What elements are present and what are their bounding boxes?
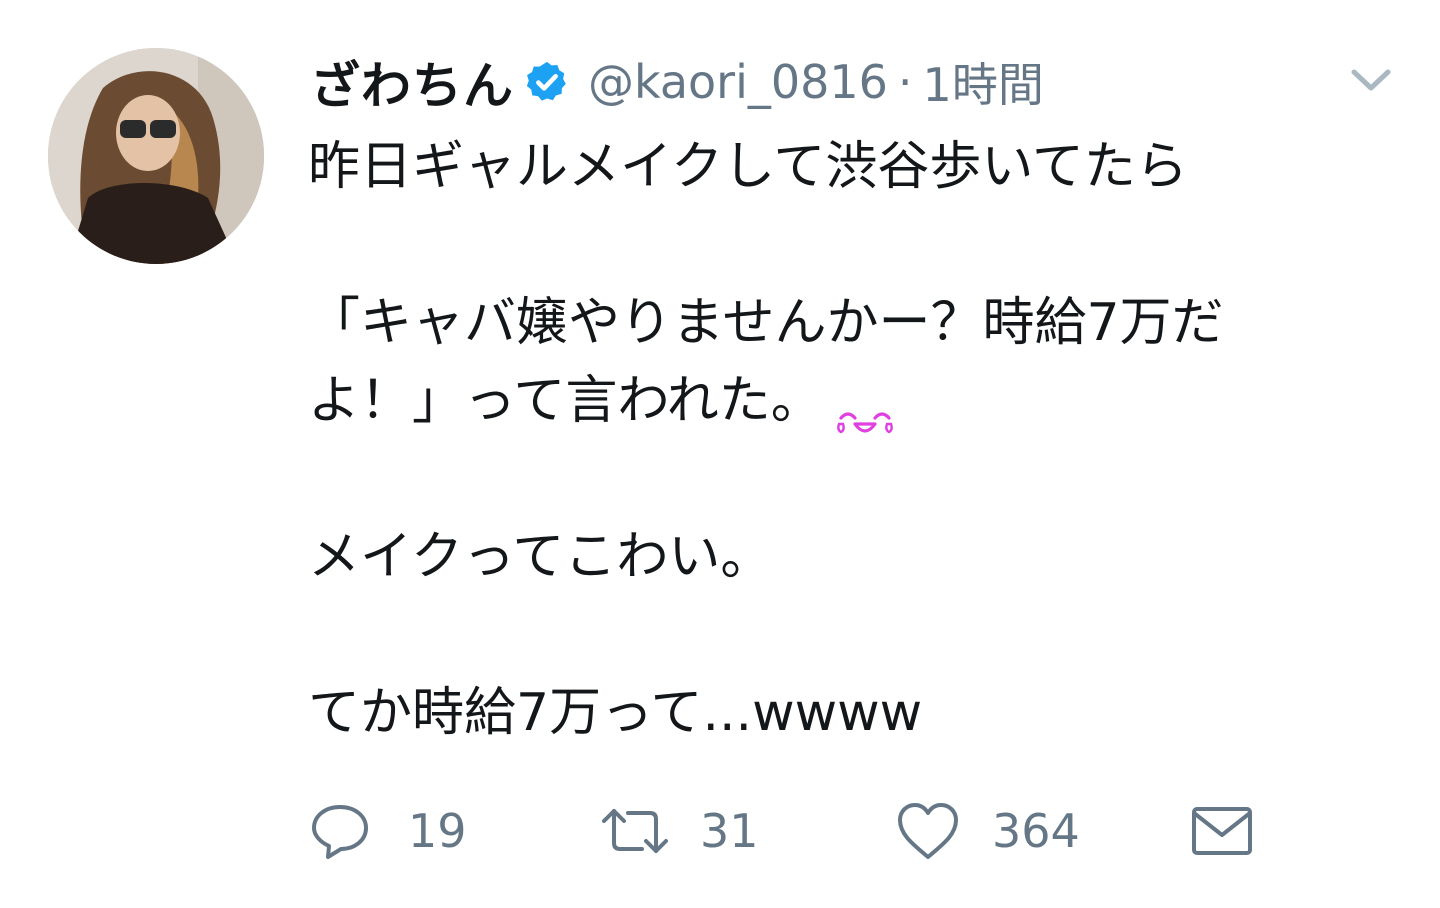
retweet-icon: [602, 809, 668, 853]
verified-badge-icon: [524, 59, 570, 105]
retweet-button[interactable]: 31: [598, 796, 759, 866]
author-name[interactable]: ざわちん: [310, 46, 514, 118]
like-count: 364: [992, 804, 1080, 858]
retweet-count: 31: [700, 804, 759, 858]
reply-button[interactable]: 19: [308, 796, 467, 866]
tweet-actions: 19 31 364: [308, 796, 1268, 866]
laughing-face-emoji-icon: [835, 384, 895, 434]
tweet-text: 昨日ギャルメイクして渋谷歩いてたら 「キャバ嬢やりませんかー？時給7万だ よ！」…: [308, 128, 1408, 752]
chevron-down-icon[interactable]: [1348, 60, 1394, 100]
author-handle[interactable]: @kaori_0816: [588, 55, 888, 109]
tweet-line: よ！」って言われた。: [308, 371, 823, 431]
reply-icon: [312, 805, 368, 859]
tweet-line: てか時給7万って...wwww: [308, 683, 923, 743]
heart-icon: [898, 803, 958, 859]
profile-photo: [48, 48, 264, 264]
tweet-line-with-emoji: よ！」って言われた。: [308, 362, 1408, 440]
envelope-icon: [1192, 807, 1252, 855]
like-button[interactable]: 364: [894, 796, 1080, 866]
tweet-line: 「キャバ嬢やりませんかー？時給7万だ: [308, 293, 1224, 353]
direct-message-button[interactable]: [1190, 796, 1254, 866]
avatar[interactable]: [48, 48, 264, 264]
reply-count: 19: [408, 804, 467, 858]
tweet-line: 昨日ギャルメイクして渋谷歩いてたら: [308, 137, 1188, 197]
separator-dot: ·: [897, 55, 913, 109]
tweet-header: ざわちん @kaori_0816 · 1時間: [310, 49, 1044, 115]
tweet-line: メイクってこわい。: [308, 527, 773, 587]
tweet-timestamp[interactable]: 1時間: [923, 49, 1044, 115]
